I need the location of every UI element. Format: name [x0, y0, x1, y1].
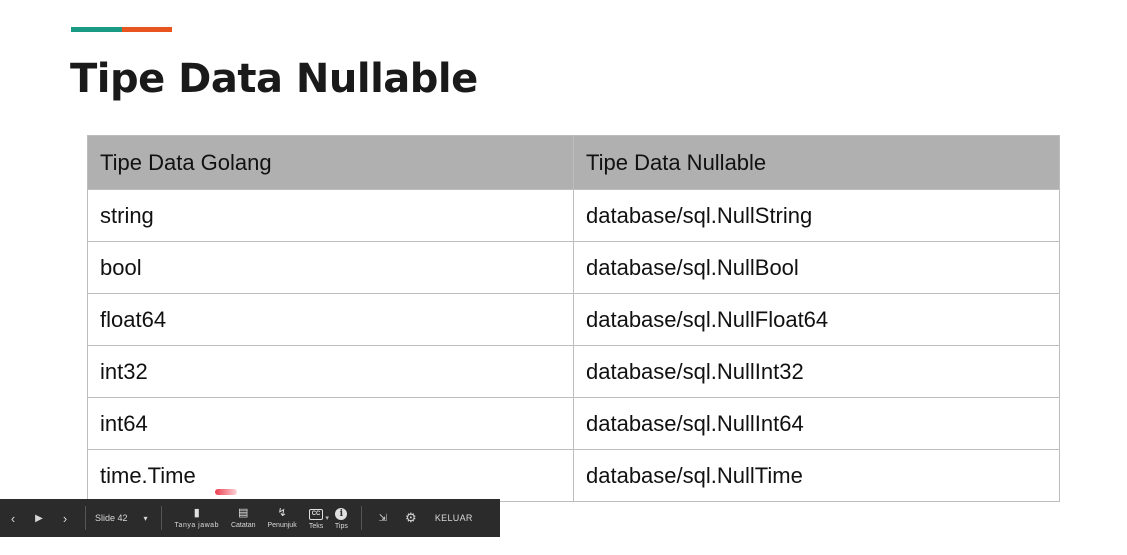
play-icon: ▶: [35, 512, 43, 524]
laser-pointer-trail: [215, 489, 237, 495]
gear-icon: ⚙: [405, 510, 417, 525]
notes-icon: ▤: [238, 507, 249, 519]
golang-type-cell: float64: [87, 293, 574, 346]
golang-type-cell: string: [87, 189, 574, 242]
slide-selector[interactable]: Slide 42 ▾: [93, 499, 154, 537]
qa-label: Tanya jawab: [174, 522, 219, 529]
play-button[interactable]: ▶: [26, 499, 52, 537]
chevron-down-icon: ▾: [143, 513, 148, 523]
table-row: int32 database/sql.NullInt32: [87, 345, 1060, 398]
nullable-type-cell: database/sql.NullInt64: [573, 397, 1060, 450]
settings-button[interactable]: ⚙: [397, 499, 425, 537]
tips-button[interactable]: i Tips: [329, 499, 354, 537]
previous-slide-button[interactable]: ‹: [0, 499, 26, 537]
pointer-label: Penunjuk: [267, 522, 297, 529]
toolbar-divider: [85, 506, 86, 530]
toolbar-divider: [160, 506, 162, 530]
slide-number-label: Slide 42: [95, 513, 128, 523]
nullable-type-cell: database/sql.NullString: [573, 189, 1060, 242]
golang-type-cell: int32: [87, 345, 574, 398]
nullable-type-cell: database/sql.NullBool: [573, 241, 1060, 294]
notes-button[interactable]: ▤ Catatan: [225, 499, 262, 537]
header-golang-type: Tipe Data Golang: [87, 135, 574, 190]
slide-title: Tipe Data Nullable: [70, 56, 478, 102]
presenter-toolbar: ‹ ▶ › Slide 42 ▾ ▮ Tanya jawab ▤ Catatan…: [0, 499, 500, 537]
notes-label: Catatan: [230, 522, 256, 529]
table-row: string database/sql.NullString: [87, 189, 1060, 242]
table-row: bool database/sql.NullBool: [87, 241, 1060, 294]
exit-fullscreen-button[interactable]: ⇲: [369, 499, 397, 537]
toolbar-divider: [360, 506, 362, 530]
nullable-types-table: Tipe Data Golang Tipe Data Nullable stri…: [87, 135, 1060, 502]
closed-captions-icon: CC: [308, 506, 324, 520]
qa-button[interactable]: ▮ Tanya jawab: [169, 499, 225, 537]
captions-button[interactable]: CC Teks: [303, 499, 324, 537]
pointer-button[interactable]: ↯ Penunjuk: [262, 499, 303, 537]
table-row: int64 database/sql.NullInt64: [87, 397, 1060, 450]
captions-label: Teks: [308, 523, 324, 530]
next-slide-button[interactable]: ›: [52, 499, 78, 537]
accent-teal-segment: [71, 27, 122, 32]
tips-label: Tips: [334, 522, 348, 530]
lightning-icon: ↯: [277, 507, 287, 519]
chevron-right-icon: ›: [62, 510, 68, 526]
table-row: float64 database/sql.NullFloat64: [87, 293, 1060, 346]
nullable-type-cell: database/sql.NullInt32: [573, 345, 1060, 398]
golang-type-cell: time.Time: [87, 449, 574, 502]
info-icon: i: [335, 507, 348, 520]
header-nullable-type: Tipe Data Nullable: [573, 135, 1060, 190]
nullable-type-cell: database/sql.NullFloat64: [573, 293, 1060, 346]
chat-icon: ▮: [193, 507, 200, 519]
title-accent-bar: [71, 27, 172, 32]
chevron-left-icon: ‹: [10, 510, 16, 526]
exit-fullscreen-icon: ⇲: [378, 512, 388, 524]
golang-type-cell: bool: [87, 241, 574, 294]
golang-type-cell: int64: [87, 397, 574, 450]
accent-orange-segment: [122, 27, 172, 32]
exit-button[interactable]: KELUAR: [425, 499, 483, 537]
nullable-type-cell: database/sql.NullTime: [573, 449, 1060, 502]
table-header-row: Tipe Data Golang Tipe Data Nullable: [87, 135, 1060, 190]
